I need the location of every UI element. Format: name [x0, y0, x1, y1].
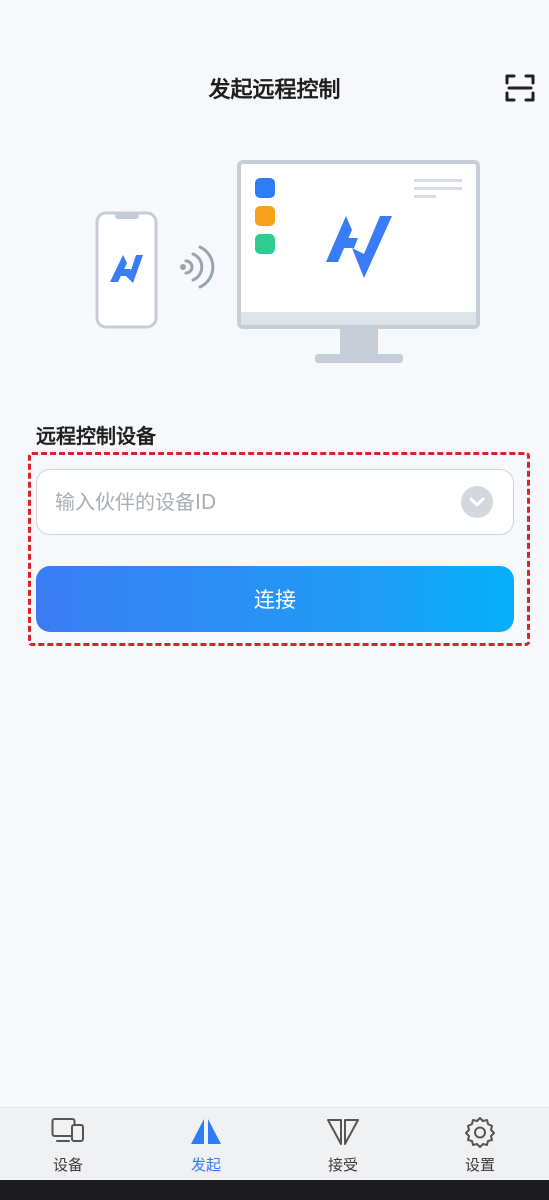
device-id-input[interactable] [55, 470, 455, 533]
page-title: 发起远程控制 [208, 78, 341, 103]
nav-label-devices: 设备 [52, 1156, 83, 1174]
system-navigation-bar [0, 1180, 549, 1200]
gear-icon [465, 1117, 495, 1148]
bottom-nav: 设备 发起 接受 设置 [0, 1107, 549, 1179]
phone-illustration [95, 211, 158, 329]
history-dropdown-button[interactable] [461, 486, 493, 518]
connect-button[interactable]: 连接 [36, 566, 514, 632]
scan-icon [505, 74, 535, 102]
scan-button[interactable] [505, 74, 535, 102]
accept-icon [327, 1119, 359, 1145]
monitor-illustration [237, 160, 480, 363]
illustration [0, 150, 549, 380]
nav-item-initiate[interactable]: 发起 [156, 1108, 256, 1180]
nav-label-accept: 接受 [327, 1156, 358, 1174]
chevron-down-icon [469, 497, 485, 507]
nav-label-initiate: 发起 [190, 1156, 221, 1174]
nav-item-devices[interactable]: 设备 [18, 1108, 118, 1180]
initiate-icon [191, 1119, 221, 1144]
signal-icon [184, 245, 215, 289]
device-id-field[interactable] [36, 469, 514, 535]
nav-label-settings: 设置 [464, 1156, 495, 1174]
devices-icon [51, 1118, 84, 1142]
nav-item-accept[interactable]: 接受 [293, 1108, 393, 1180]
section-title: 远程控制设备 [36, 424, 156, 448]
nav-item-settings[interactable]: 设置 [430, 1108, 530, 1180]
